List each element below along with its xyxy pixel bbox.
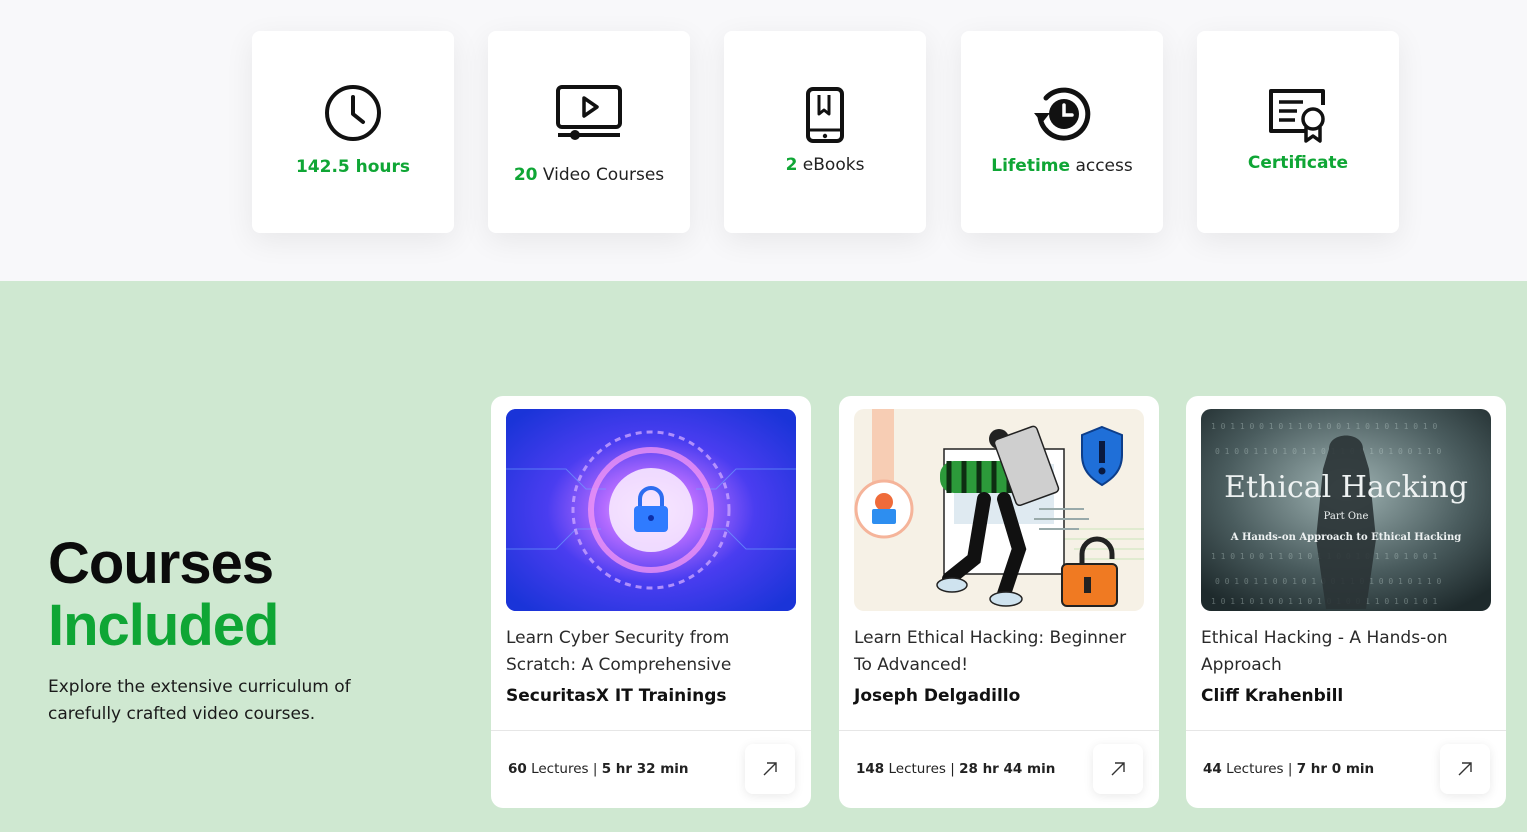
tablet-icon xyxy=(724,86,926,144)
feature-certificate-label: Certificate xyxy=(1247,153,1349,173)
lectures-label: Lectures | xyxy=(1221,761,1297,777)
heading-line-1: Courses xyxy=(48,531,274,596)
course-duration: 28 hr 44 min xyxy=(959,761,1056,777)
hacker-illustration-image xyxy=(854,409,1144,611)
svg-text:1 0 1 1 0 1 0 0 1 1 0 1 0 1 0: 1 0 1 1 0 1 0 0 1 1 0 1 0 1 0 0 1 1 0 1 … xyxy=(1211,597,1438,606)
feature-lifetime-label: access xyxy=(1070,156,1133,176)
cyber-lock-image xyxy=(506,409,796,611)
lectures-label: Lectures | xyxy=(526,761,602,777)
certificate-icon xyxy=(1197,87,1399,145)
feature-card-hours: 142.5 hours xyxy=(252,31,454,233)
course-author: Joseph Delgadillo xyxy=(854,686,1021,706)
divider xyxy=(839,730,1159,731)
arrow-up-right-icon xyxy=(1458,762,1472,776)
course-title[interactable]: Ethical Hacking - A Hands-on Approach xyxy=(1201,625,1496,679)
open-course-button[interactable] xyxy=(1093,744,1143,794)
cover-title-text: Ethical Hacking xyxy=(1224,470,1468,505)
feature-ebooks-label: eBooks xyxy=(797,155,865,175)
divider xyxy=(1186,730,1506,731)
lecture-count: 60 xyxy=(508,761,527,777)
cover-tagline-text: A Hands-on Approach to Ethical Hacking xyxy=(1230,532,1462,543)
course-title[interactable]: Learn Cyber Security from Scratch: A Com… xyxy=(506,625,801,679)
course-card[interactable]: Learn Ethical Hacking: Beginner To Advan… xyxy=(839,396,1159,808)
features-strip: 142.5 hours 20 Video Courses 2 eBooks Li… xyxy=(0,0,1527,281)
feature-card-certificate: Certificate xyxy=(1197,31,1399,233)
course-card[interactable]: Learn Cyber Security from Scratch: A Com… xyxy=(491,396,811,808)
feature-videos-count: 20 xyxy=(513,165,538,185)
cover-subtitle-text: Part One xyxy=(1324,511,1369,522)
course-duration: 5 hr 32 min xyxy=(601,761,689,777)
clock-icon xyxy=(252,83,454,143)
course-title[interactable]: Learn Ethical Hacking: Beginner To Advan… xyxy=(854,625,1149,679)
feature-lifetime-highlight: Lifetime xyxy=(991,156,1071,176)
heading-line-2: Included xyxy=(48,593,279,658)
arrow-up-right-icon xyxy=(1111,762,1125,776)
feature-card-ebooks: 2 eBooks xyxy=(724,31,926,233)
divider xyxy=(491,730,811,731)
course-meta: 60 Lectures | 5 hr 32 min xyxy=(508,761,689,777)
course-author: Cliff Krahenbill xyxy=(1201,686,1344,706)
lectures-label: Lectures | xyxy=(884,761,960,777)
feature-card-videos: 20 Video Courses xyxy=(488,31,690,233)
lifetime-clock-icon xyxy=(961,83,1163,147)
feature-card-lifetime: Lifetime access xyxy=(961,31,1163,233)
course-meta: 148 Lectures | 28 hr 44 min xyxy=(856,761,1055,777)
section-description: Explore the extensive curriculum of care… xyxy=(48,677,351,724)
ethical-hacking-cover-image: 1 0 1 1 0 0 1 0 1 1 0 1 0 0 1 1 0 1 0 1 … xyxy=(1201,409,1491,611)
open-course-button[interactable] xyxy=(745,744,795,794)
feature-hours-label: 142.5 hours xyxy=(295,157,411,177)
section-heading: Courses Included xyxy=(48,531,279,658)
course-duration: 7 hr 0 min xyxy=(1296,761,1375,777)
courses-section: Courses Included Explore the extensive c… xyxy=(0,281,1527,832)
course-meta: 44 Lectures | 7 hr 0 min xyxy=(1203,761,1374,777)
feature-videos-label: Video Courses xyxy=(537,165,665,185)
open-course-button[interactable] xyxy=(1440,744,1490,794)
course-author: SecuritasX IT Trainings xyxy=(506,686,727,706)
course-card[interactable]: 1 0 1 1 0 0 1 0 1 1 0 1 0 0 1 1 0 1 0 1 … xyxy=(1186,396,1506,808)
arrow-up-right-icon xyxy=(763,762,777,776)
lecture-count: 148 xyxy=(856,761,885,777)
feature-ebooks-count: 2 xyxy=(785,155,798,175)
video-player-icon xyxy=(488,83,690,141)
lecture-count: 44 xyxy=(1203,761,1222,777)
svg-text:1 0 1 1 0 0 1 0 1 1 0 1 0 0 1: 1 0 1 1 0 0 1 0 1 1 0 1 0 0 1 1 0 1 0 1 … xyxy=(1211,422,1438,431)
